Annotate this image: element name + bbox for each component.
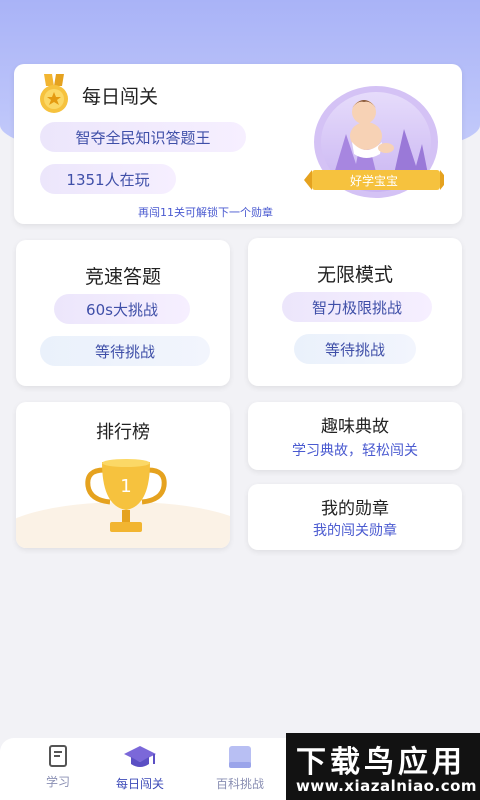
speed-quiz-card[interactable]: 竞速答题 60s大挑战 等待挑战 xyxy=(16,240,230,386)
graduation-cap-icon xyxy=(124,746,156,767)
trophy-icon: 1 xyxy=(85,459,167,532)
speed-quiz-status[interactable]: 等待挑战 xyxy=(40,336,210,366)
site-watermark: 下载鸟应用 www.xiazalniao.com xyxy=(286,733,480,800)
book-icon xyxy=(49,745,67,767)
unlimited-mode-title: 无限模式 xyxy=(316,264,393,286)
unlimited-mode-tagline: 智力极限挑战 xyxy=(282,292,432,322)
unlock-progress-text: 再闯11关可解锁下一个勋章 xyxy=(138,206,273,219)
stories-card[interactable]: 趣味典故 学习典故，轻松闯关 xyxy=(248,402,462,470)
tab-encyclopedia[interactable]: 百科挑战 xyxy=(200,744,280,792)
tab-study[interactable]: 学习 xyxy=(18,744,98,790)
daily-challenge-tagline: 智夺全民知识答题王 xyxy=(40,122,246,152)
daily-challenge-card[interactable]: 每日闯关 智夺全民知识答题王 1351人在玩 再闯11关可解锁下一个勋章 好学宝… xyxy=(14,64,462,224)
my-medals-card[interactable]: 我的勋章 我的闯关勋章 xyxy=(248,484,462,550)
tab-study-label: 学习 xyxy=(45,775,70,789)
encyclopedia-icon xyxy=(229,746,251,768)
stories-subtitle: 学习典故，轻松闯关 xyxy=(292,443,418,459)
speed-quiz-title: 竞速答题 xyxy=(84,266,161,288)
tab-daily-challenge-label: 每日闯关 xyxy=(115,777,164,791)
medal-icon xyxy=(40,74,68,113)
speed-quiz-tagline: 60s大挑战 xyxy=(54,294,190,324)
watermark-title: 下载鸟应用 xyxy=(296,745,466,780)
daily-challenge-title: 每日闯关 xyxy=(82,86,159,108)
unlimited-mode-status[interactable]: 等待挑战 xyxy=(294,334,416,364)
my-medals-title: 我的勋章 xyxy=(321,499,389,519)
svg-text:1: 1 xyxy=(120,476,131,497)
tab-daily-challenge[interactable]: 每日闯关 xyxy=(100,744,180,792)
ranking-title: 排行榜 xyxy=(96,422,150,443)
watermark-url: www.xiazalniao.com xyxy=(296,777,478,795)
ranking-card[interactable]: 排行榜 1 xyxy=(16,402,230,548)
medal-badge-illustration: 好学宝宝 xyxy=(304,84,448,204)
my-medals-subtitle: 我的闯关勋章 xyxy=(313,523,397,539)
stories-title: 趣味典故 xyxy=(321,417,389,437)
players-count: 1351人在玩 xyxy=(40,164,176,194)
badge-label: 好学宝宝 xyxy=(349,174,398,188)
unlimited-mode-card[interactable]: 无限模式 智力极限挑战 等待挑战 xyxy=(248,238,462,386)
tab-encyclopedia-label: 百科挑战 xyxy=(215,777,264,791)
